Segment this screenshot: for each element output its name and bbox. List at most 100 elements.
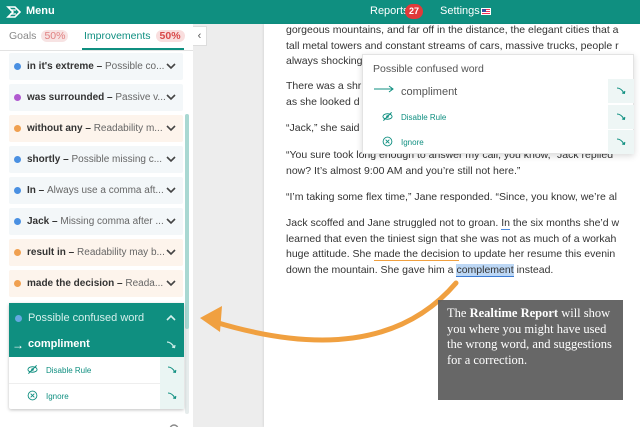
text-span: instead. xyxy=(513,263,554,276)
disable-rule-side[interactable] xyxy=(160,357,184,383)
text-line: “I’m taking some flex time,” Jane respon… xyxy=(286,191,617,203)
apply-icon xyxy=(616,138,626,146)
suggestion-text[interactable]: compliment xyxy=(28,338,90,350)
paragraph: “Jack,” she said xyxy=(286,121,360,137)
note-text-pre: The xyxy=(447,306,470,320)
text-line: “Jack,” she said xyxy=(286,122,360,134)
text-line: learned that even the tiniest sign that … xyxy=(286,232,617,245)
us-flag-icon[interactable] xyxy=(481,8,491,15)
tab-improvements-percent: 50% xyxy=(155,30,185,42)
text-span: down the mountain. She gave him a xyxy=(286,263,457,276)
list-item[interactable]: in it's extreme – Possible co... xyxy=(9,53,183,80)
item-description: Missing comma after ... xyxy=(60,216,164,227)
text-span: huge attitude. She xyxy=(286,248,375,260)
paragraph: Jack scoffed and Jane struggled not to g… xyxy=(286,216,619,278)
top-bar: Menu Reports 27 Settings xyxy=(0,0,640,24)
text-span: to update her resume this evenin xyxy=(459,248,616,260)
disable-rule-label: Disable Rule xyxy=(46,366,92,375)
item-description: Always use a comma aft... xyxy=(47,185,164,196)
ignore-label: Ignore xyxy=(46,392,69,401)
item-description: Possible co... xyxy=(104,61,165,72)
severity-dot xyxy=(14,218,21,225)
list-item[interactable]: In – Always use a comma aft... xyxy=(9,177,183,204)
item-description: Passive v... xyxy=(115,92,166,103)
list-item[interactable]: without any – Readability m... xyxy=(9,115,183,142)
menu-button[interactable]: Menu xyxy=(26,5,55,17)
popup-ignore-side[interactable] xyxy=(608,130,634,154)
severity-dot xyxy=(14,94,21,101)
item-word: without any xyxy=(27,123,83,134)
flagged-word-complement[interactable]: complement xyxy=(456,263,514,277)
eye-slash-icon xyxy=(27,365,38,374)
list-item[interactable]: made the decision – Reada... xyxy=(9,270,183,297)
card-header[interactable]: Possible confused word → compliment xyxy=(9,303,184,357)
popup-ignore-button[interactable]: Ignore xyxy=(363,130,635,154)
chevron-down-icon[interactable] xyxy=(165,215,177,227)
sidebar-scrollbar-thumb[interactable] xyxy=(185,114,189,329)
ignore-button[interactable]: Ignore xyxy=(9,383,184,409)
chevron-down-icon[interactable] xyxy=(165,246,177,258)
popup-disable-rule-button[interactable]: Disable Rule xyxy=(363,105,635,129)
tab-improvements[interactable]: Improvements 50% xyxy=(84,30,185,42)
list-item[interactable]: was surrounded – Passive v... xyxy=(9,84,183,111)
item-word: was surrounded xyxy=(27,92,105,103)
chevron-down-icon[interactable] xyxy=(165,184,177,196)
severity-dot xyxy=(14,125,21,132)
apply-icon xyxy=(616,113,626,121)
ignore-side[interactable] xyxy=(160,383,184,409)
annotation-note: The Realtime Report will show you where … xyxy=(438,300,623,400)
item-word: shortly xyxy=(27,154,61,165)
item-word: In xyxy=(27,185,36,196)
chevron-down-icon[interactable] xyxy=(165,60,177,72)
chevron-down-icon[interactable] xyxy=(165,122,177,134)
suggestion-popup: Possible confused word compliment Disabl… xyxy=(362,54,634,154)
text-line: as she looked d xyxy=(286,95,360,108)
item-word: made the decision xyxy=(27,278,115,289)
text-line: Jack scoffed and Jane struggled not to g… xyxy=(286,216,619,232)
text-line: now? It’s almost 9:00 AM and you’re stil… xyxy=(286,164,521,177)
popup-suggestion[interactable]: compliment xyxy=(401,86,457,98)
reports-menu[interactable]: Reports xyxy=(370,5,409,17)
apply-suggestion-button[interactable] xyxy=(608,79,634,103)
text-line: There was a shr xyxy=(286,80,362,92)
collapse-sidebar-button[interactable]: ‹ xyxy=(193,26,207,46)
apply-suggestion-icon[interactable] xyxy=(164,338,178,352)
flagged-word-in[interactable]: In xyxy=(501,217,510,230)
text-line: gorgeous mountains, and far off in the d… xyxy=(286,24,619,36)
apply-icon xyxy=(167,392,177,400)
paragraph: “I’m taking some flex time,” Jane respon… xyxy=(286,190,617,206)
item-description: Readability may b... xyxy=(77,247,165,258)
chevron-down-icon[interactable] xyxy=(165,277,177,289)
item-word: result in xyxy=(27,247,66,258)
flagged-phrase-made-the-decision[interactable]: made the decision xyxy=(374,248,460,261)
tab-divider xyxy=(0,50,193,51)
note-text-bold: Realtime Report xyxy=(469,306,559,320)
chevron-up-icon[interactable] xyxy=(165,312,177,324)
item-description: Possible missing c... xyxy=(71,154,163,165)
eye-slash-icon xyxy=(382,112,393,121)
tab-goals[interactable]: Goals 50% xyxy=(9,30,69,42)
disable-rule-button[interactable]: Disable Rule xyxy=(9,357,184,383)
list-item[interactable]: Jack – Missing comma after ... xyxy=(9,208,183,235)
settings-gear-icon[interactable] xyxy=(168,421,180,427)
app-logo-icon[interactable] xyxy=(6,4,22,20)
tab-goals-percent: 50% xyxy=(41,30,69,42)
close-circle-icon xyxy=(27,390,38,401)
text-span: Jack scoffed and Jane struggled not to g… xyxy=(286,217,502,229)
arrow-right-icon xyxy=(374,85,394,93)
chevron-down-icon[interactable] xyxy=(165,91,177,103)
list-item[interactable]: result in – Readability may b... xyxy=(9,239,183,266)
apply-icon xyxy=(167,366,177,374)
arrow-right-icon: → xyxy=(12,338,24,352)
card-title: Possible confused word xyxy=(28,312,145,324)
popup-disable-side[interactable] xyxy=(608,105,634,129)
severity-dot xyxy=(14,187,21,194)
settings-menu[interactable]: Settings xyxy=(440,5,480,17)
list-item[interactable]: shortly – Possible missing c... xyxy=(9,146,183,173)
popup-ignore-label: Ignore xyxy=(401,138,424,147)
item-description: Readability m... xyxy=(93,123,163,134)
chevron-down-icon[interactable] xyxy=(165,153,177,165)
severity-dot xyxy=(15,315,22,322)
sidebar: Goals 50% Improvements 50% in it's extreme… xyxy=(0,24,193,427)
severity-dot xyxy=(14,249,21,256)
